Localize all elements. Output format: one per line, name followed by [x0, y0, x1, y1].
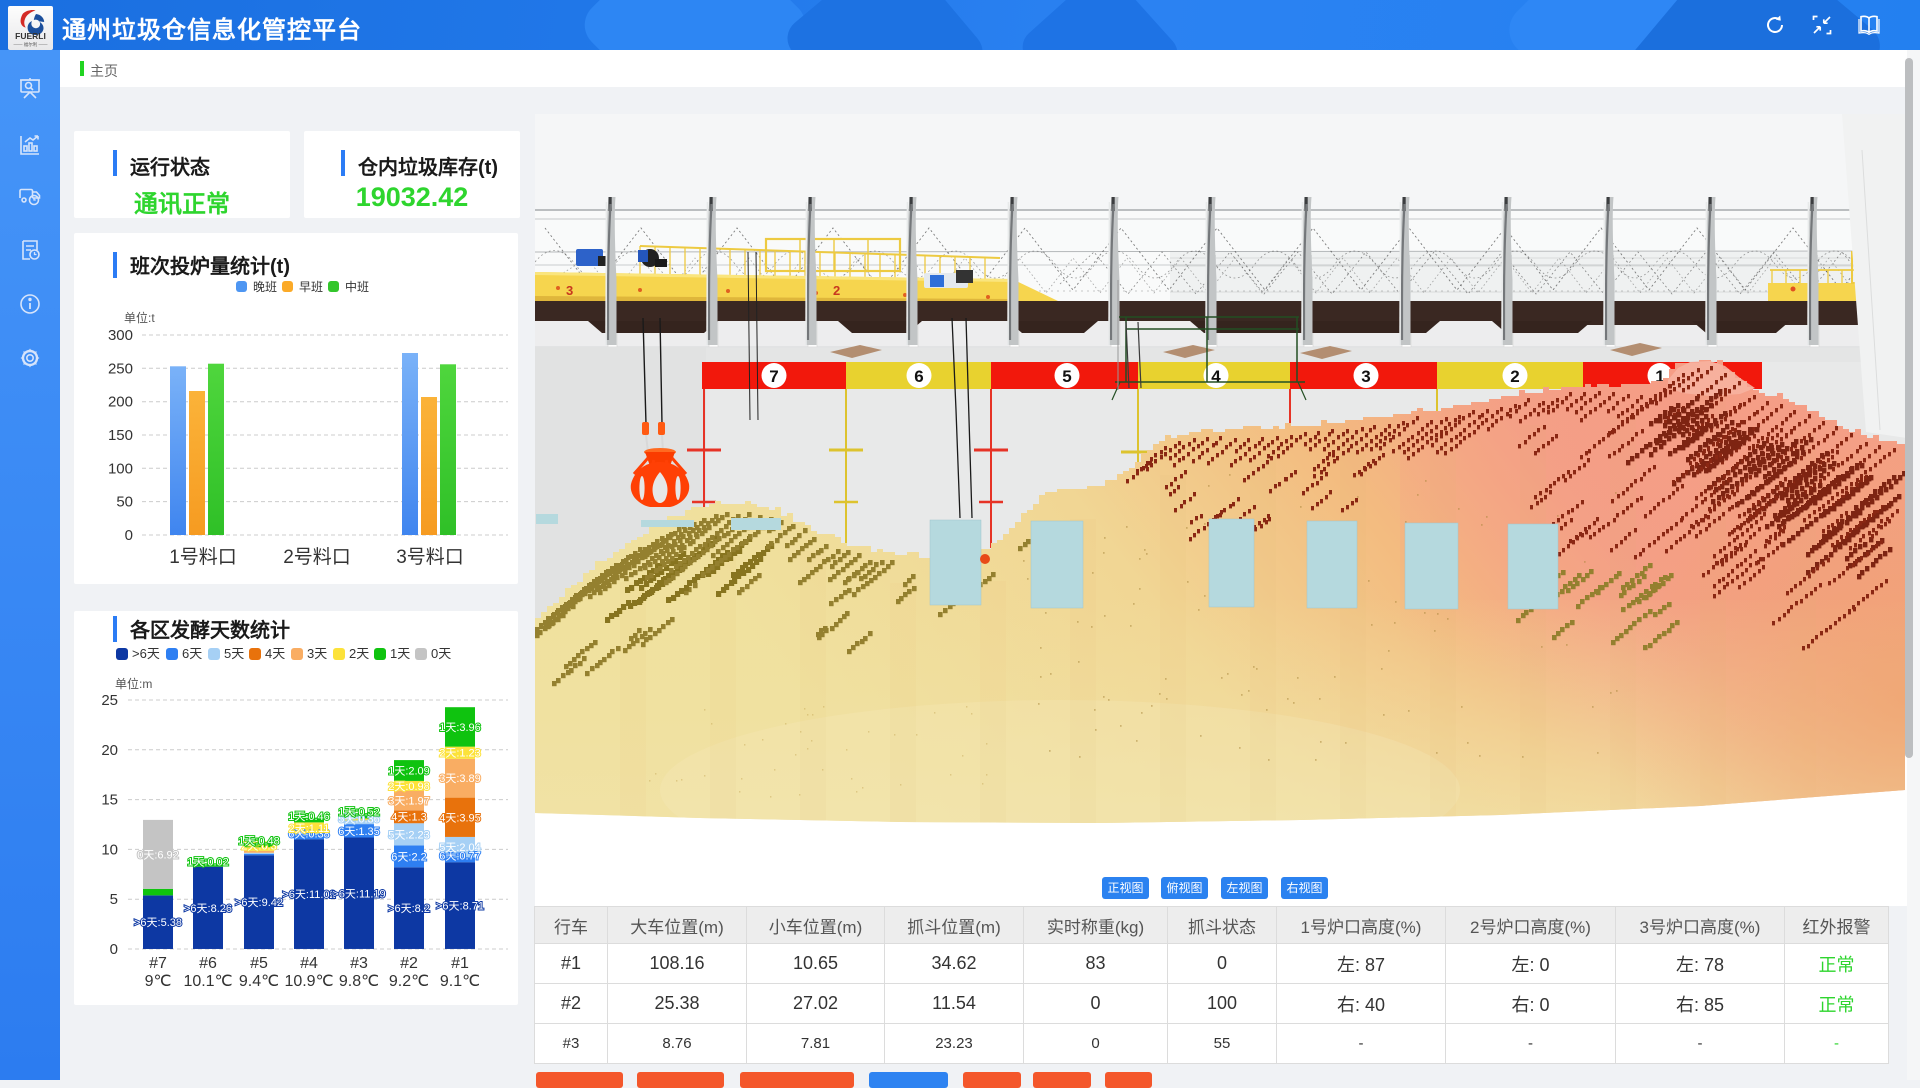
svg-text:单位:t: 单位:t: [124, 310, 155, 325]
svg-text:1号料口: 1号料口: [169, 546, 237, 568]
svg-text:10: 10: [101, 841, 118, 858]
svg-text:晚班: 晚班: [253, 280, 277, 294]
svg-text:中班: 中班: [345, 279, 369, 294]
svg-text:3天:1.97: 3天:1.97: [388, 795, 430, 807]
svg-text:—— 福尔利 ——: —— 福尔利 ——: [13, 41, 48, 48]
svg-text:#3: #3: [350, 955, 368, 972]
svg-text:1天:0.46: 1天:0.46: [288, 811, 330, 823]
svg-text:6天: 6天: [182, 646, 202, 661]
svg-text:4天:1.3: 4天:1.3: [391, 812, 426, 824]
svg-text:0天:6.92: 0天:6.92: [137, 849, 179, 861]
svg-text:#5: #5: [250, 955, 268, 972]
svg-text:200: 200: [108, 394, 133, 411]
svg-text:3: 3: [566, 283, 573, 298]
svg-text:9.1℃: 9.1℃: [440, 973, 480, 990]
svg-text:>6天: >6天: [132, 646, 160, 661]
svg-text:2天:0.98: 2天:0.98: [388, 781, 430, 793]
svg-text:1天:0.48: 1天:0.48: [238, 836, 280, 848]
svg-text:#1: #1: [451, 955, 469, 972]
svg-text:4天:3.95: 4天:3.95: [439, 812, 481, 824]
svg-text:#7: #7: [149, 955, 167, 972]
svg-text:5: 5: [110, 891, 118, 908]
svg-text:2号料口: 2号料口: [283, 546, 351, 568]
svg-text:0: 0: [125, 527, 133, 544]
svg-text:5: 5: [1062, 367, 1071, 386]
svg-text:10.9℃: 10.9℃: [284, 973, 333, 990]
svg-text:FUERLI: FUERLI: [15, 31, 46, 41]
svg-text:早班: 早班: [299, 280, 323, 294]
svg-text:1天:0.52: 1天:0.52: [338, 806, 380, 818]
svg-text:100: 100: [108, 460, 133, 477]
svg-text:班次投炉量统计(t): 班次投炉量统计(t): [130, 254, 290, 278]
svg-text:15: 15: [101, 792, 118, 809]
svg-text:9.8℃: 9.8℃: [339, 973, 379, 990]
svg-text:6天:2.2: 6天:2.2: [391, 851, 426, 863]
svg-text:>6天:8.26: >6天:8.26: [184, 903, 232, 915]
svg-text:2天:1.23: 2天:1.23: [439, 748, 481, 760]
svg-text:>6天:11.19: >6天:11.19: [332, 888, 385, 900]
svg-text:各区发酵天数统计: 各区发酵天数统计: [129, 618, 290, 642]
svg-text:6天:1.35: 6天:1.35: [338, 826, 380, 838]
svg-text:2天:1.11: 2天:1.11: [289, 823, 330, 835]
svg-text:>6天:5.38: >6天:5.38: [134, 917, 182, 929]
svg-text:25: 25: [101, 692, 118, 709]
svg-text:3: 3: [1361, 367, 1370, 386]
svg-text:4天: 4天: [265, 646, 285, 661]
svg-text:9.4℃: 9.4℃: [239, 973, 279, 990]
svg-text:5天: 5天: [224, 646, 244, 661]
svg-text:4: 4: [1211, 367, 1221, 386]
svg-text:#6: #6: [199, 955, 217, 972]
svg-text:9.2℃: 9.2℃: [389, 973, 429, 990]
svg-text:9℃: 9℃: [145, 973, 172, 990]
svg-text:300: 300: [108, 327, 133, 344]
svg-text:>6天:8.71: >6天:8.71: [436, 901, 484, 913]
svg-text:6: 6: [914, 367, 923, 386]
svg-text:0天: 0天: [431, 646, 451, 661]
svg-text:>6天:9.42: >6天:9.42: [235, 897, 283, 909]
svg-text:#2: #2: [400, 955, 418, 972]
svg-text:1天: 1天: [390, 646, 410, 661]
svg-text:1天:3.96: 1天:3.96: [439, 722, 481, 734]
svg-text:7: 7: [769, 367, 778, 386]
svg-text:1天:2.09: 1天:2.09: [388, 766, 430, 778]
svg-text:5天:2.04: 5天:2.04: [439, 842, 481, 854]
svg-text:50: 50: [116, 494, 133, 511]
svg-text:20: 20: [101, 742, 118, 759]
svg-text:250: 250: [108, 360, 133, 377]
svg-text:3天: 3天: [307, 646, 327, 661]
svg-text:5天:2.23: 5天:2.23: [388, 829, 430, 841]
svg-text:>6天:11.02: >6天:11.02: [282, 889, 335, 901]
svg-text:1天:0.02: 1天:0.02: [187, 857, 229, 869]
svg-text:3号料口: 3号料口: [396, 546, 464, 568]
svg-text:2天: 2天: [349, 646, 369, 661]
svg-text:0: 0: [110, 941, 118, 958]
svg-text:2: 2: [833, 283, 840, 298]
svg-text:>6天:8.2: >6天:8.2: [388, 903, 430, 915]
svg-text:150: 150: [108, 427, 133, 444]
svg-text:10.1℃: 10.1℃: [183, 973, 232, 990]
svg-text:3天:3.89: 3天:3.89: [439, 773, 481, 785]
svg-text:2: 2: [1510, 367, 1519, 386]
svg-text:#4: #4: [300, 955, 318, 972]
svg-text:单位:m: 单位:m: [115, 676, 152, 691]
